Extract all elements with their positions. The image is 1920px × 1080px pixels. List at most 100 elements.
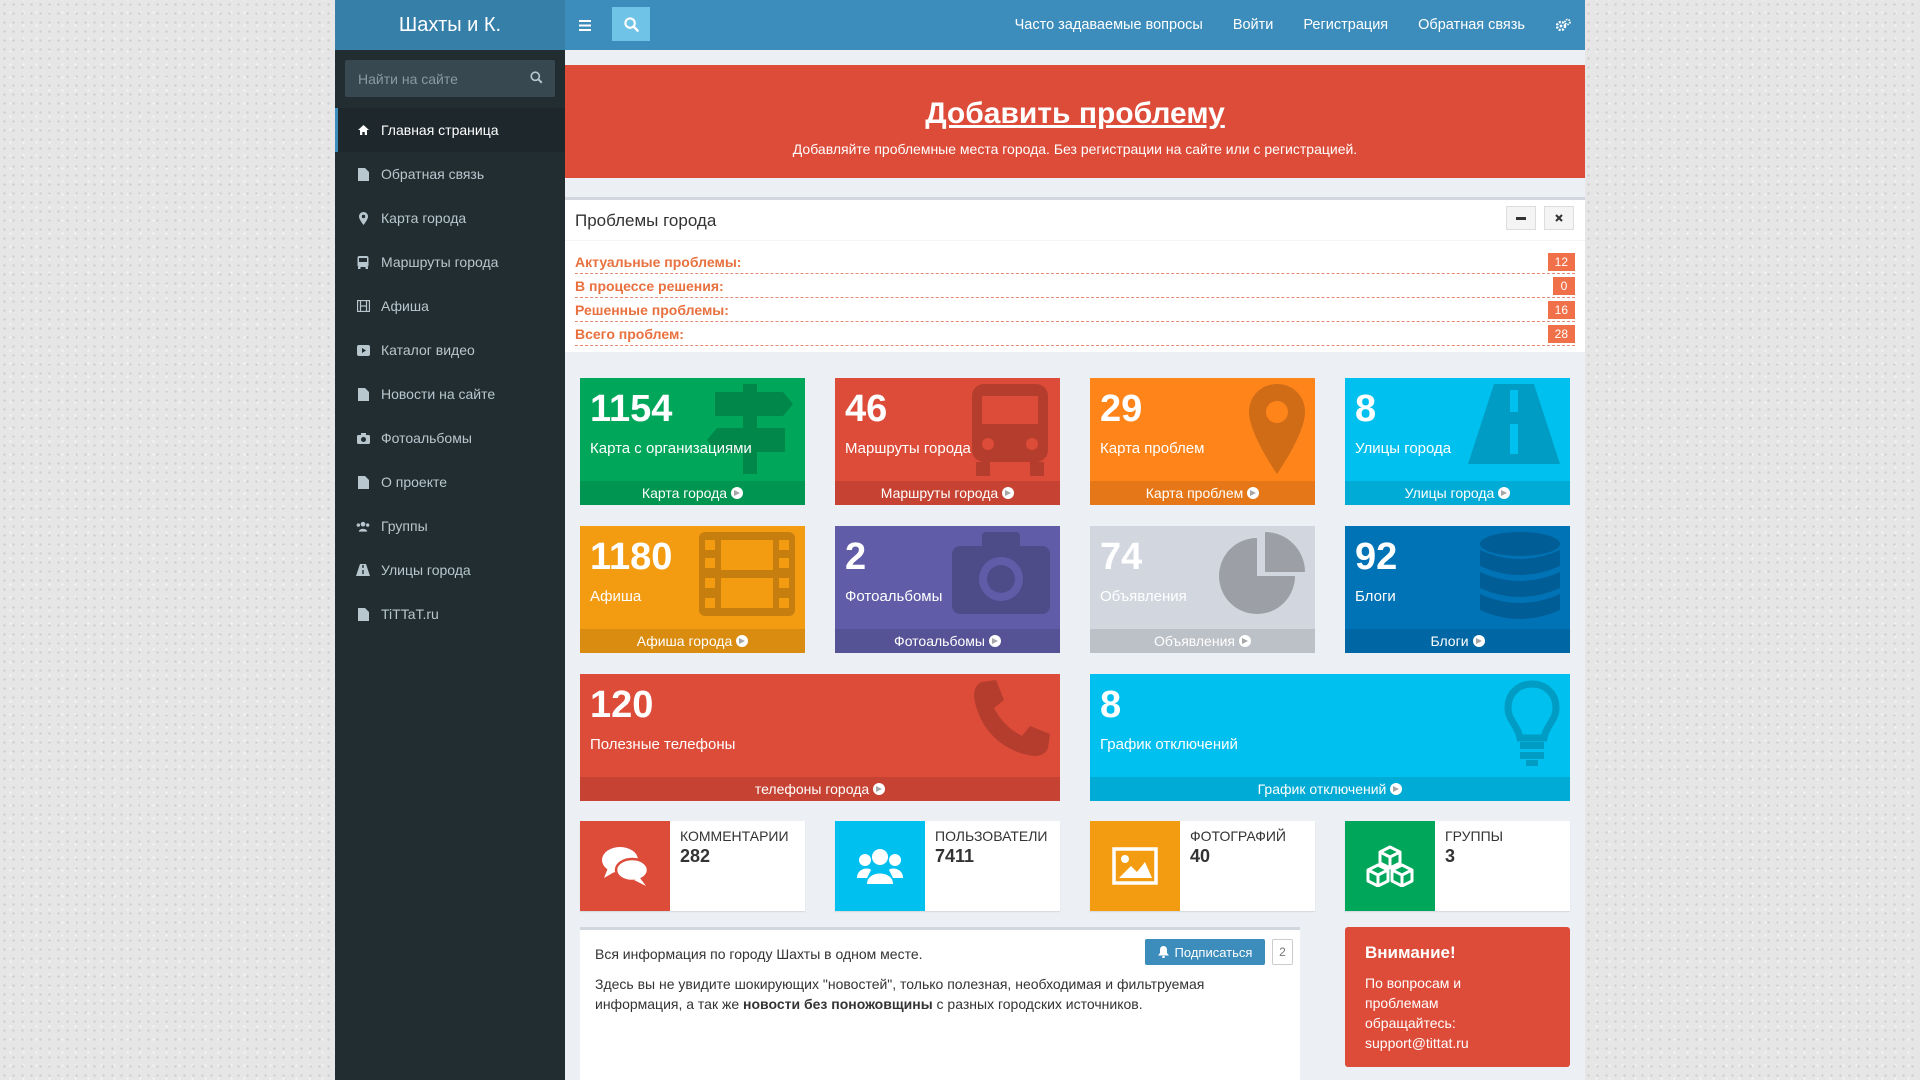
arrow-circle-right-icon bbox=[1002, 487, 1015, 499]
sidebar-item-groups[interactable]: Группы bbox=[335, 504, 565, 548]
tile-number: 1180 bbox=[590, 536, 673, 578]
problem-row-actual[interactable]: Актуальные проблемы: 12 bbox=[575, 250, 1575, 274]
problem-count-badge: 12 bbox=[1547, 252, 1575, 271]
tile-footer-label[interactable]: Объявления bbox=[1154, 633, 1235, 649]
phone-icon bbox=[974, 680, 1050, 756]
tile-number: 8 bbox=[1355, 388, 1377, 430]
problem-row-in-progress[interactable]: В процессе решения: 0 bbox=[575, 274, 1575, 298]
tile-footer-label[interactable]: График отключений bbox=[1258, 781, 1387, 797]
problem-row-total[interactable]: Всего проблем: 28 bbox=[575, 322, 1575, 346]
tile-footer-link[interactable]: Афиша города bbox=[580, 629, 805, 653]
tile-number: 92 bbox=[1355, 536, 1398, 578]
sidebar-item-news[interactable]: Новости на сайте bbox=[335, 372, 565, 416]
problem-label[interactable]: Решенные проблемы: bbox=[575, 302, 729, 318]
problem-count-badge: 0 bbox=[1553, 276, 1575, 295]
site-logo[interactable]: Шахты и К. bbox=[335, 0, 565, 50]
sidebar-item-home[interactable]: Главная страница bbox=[335, 108, 565, 152]
sidebar-item-tittat[interactable]: TiTTaT.ru bbox=[335, 592, 565, 636]
nav-link-faq[interactable]: Часто задаваемые вопросы bbox=[1015, 17, 1203, 33]
nav-link-login[interactable]: Войти bbox=[1233, 17, 1274, 33]
infobox-label: ПОЛЬЗОВАТЕЛИ bbox=[935, 828, 1048, 844]
tile-footer-link[interactable]: Блоги bbox=[1345, 629, 1570, 653]
settings-button[interactable] bbox=[1555, 18, 1571, 32]
tile-footer-link[interactable]: Карта города bbox=[580, 481, 805, 505]
tile-problems-map: 29 Карта проблем Карта проблем bbox=[1090, 378, 1315, 505]
sidebar-toggle-button[interactable] bbox=[575, 12, 595, 38]
collapse-button[interactable] bbox=[1506, 206, 1536, 230]
add-problem-link[interactable]: Добавить проблему bbox=[565, 97, 1585, 131]
tile-label: Объявления bbox=[1100, 588, 1187, 605]
about-text-c: с разных городских источников. bbox=[932, 996, 1143, 1012]
tile-footer-link[interactable]: телефоны города bbox=[580, 777, 1060, 801]
about-box: Вся информация по городу Шахты в одном м… bbox=[580, 927, 1300, 1080]
tile-footer-label[interactable]: Карта города bbox=[642, 485, 727, 501]
tile-footer-label[interactable]: Маршруты города bbox=[881, 485, 998, 501]
image-icon bbox=[1090, 821, 1180, 911]
tile-label: Улицы города bbox=[1355, 440, 1452, 457]
sidebar-item-feedback[interactable]: Обратная связь bbox=[335, 152, 565, 196]
page-wrapper: Шахты и К. Часто задаваемые вопросы Войт… bbox=[335, 0, 1585, 1080]
tile-number: 46 bbox=[845, 388, 888, 430]
sidebar-item-city-map[interactable]: Карта города bbox=[335, 196, 565, 240]
arrow-circle-right-icon bbox=[731, 487, 744, 499]
close-button[interactable] bbox=[1544, 206, 1574, 230]
arrow-circle-right-icon bbox=[1390, 783, 1403, 795]
gears-icon bbox=[1555, 18, 1571, 32]
sidebar-item-about[interactable]: О проекте bbox=[335, 460, 565, 504]
sidebar-item-label: О проекте bbox=[381, 474, 448, 490]
cubes-icon bbox=[1345, 821, 1435, 911]
close-icon bbox=[1555, 214, 1563, 222]
sidebar-search-input[interactable] bbox=[345, 60, 515, 97]
camera-icon bbox=[952, 532, 1050, 614]
problem-row-solved[interactable]: Решенные проблемы: 16 bbox=[575, 298, 1575, 322]
tile-footer-link[interactable]: График отключений bbox=[1090, 777, 1570, 801]
tile-label: Карта с организациями bbox=[590, 440, 752, 457]
tile-footer-link[interactable]: Фотоальбомы bbox=[835, 629, 1060, 653]
arrow-circle-right-icon bbox=[873, 783, 886, 795]
tile-footer-link[interactable]: Улицы города bbox=[1345, 481, 1570, 505]
tile-footer-label[interactable]: Блоги bbox=[1430, 633, 1468, 649]
file-icon bbox=[356, 167, 370, 181]
search-icon[interactable] bbox=[530, 71, 543, 89]
tile-footer-link[interactable]: Маршруты города bbox=[835, 481, 1060, 505]
sidebar-item-afisha[interactable]: Афиша bbox=[335, 284, 565, 328]
infobox-label: ФОТОГРАФИЙ bbox=[1190, 828, 1286, 844]
problem-label[interactable]: В процессе решения: bbox=[575, 278, 724, 294]
home-icon bbox=[356, 123, 370, 137]
tile-useful-phones: 120 Полезные телефоны телефоны города bbox=[580, 674, 1060, 801]
problem-label[interactable]: Всего проблем: bbox=[575, 326, 684, 342]
tile-footer-label[interactable]: Улицы города bbox=[1405, 485, 1495, 501]
sidebar-item-routes[interactable]: Маршруты города bbox=[335, 240, 565, 284]
sidebar-item-label: Обратная связь bbox=[381, 166, 485, 182]
sidebar-item-videos[interactable]: Каталог видео bbox=[335, 328, 565, 372]
box-title: Проблемы города bbox=[575, 211, 717, 230]
sidebar-search bbox=[345, 60, 555, 97]
tile-afisha: 1180 Афиша Афиша города bbox=[580, 526, 805, 653]
problem-label[interactable]: Актуальные проблемы: bbox=[575, 254, 741, 270]
tile-label: Полезные телефоны bbox=[590, 736, 736, 753]
subscribe-button[interactable]: Подписаться bbox=[1145, 939, 1265, 965]
nav-link-feedback[interactable]: Обратная связь bbox=[1418, 17, 1525, 33]
sidebar-item-label: Карта города bbox=[381, 210, 467, 226]
nav-search-button[interactable] bbox=[612, 7, 650, 41]
video-icon bbox=[356, 343, 370, 357]
tile-footer-label[interactable]: Карта проблем bbox=[1146, 485, 1243, 501]
sidebar-item-streets[interactable]: Улицы города bbox=[335, 548, 565, 592]
tile-footer-link[interactable]: Карта проблем bbox=[1090, 481, 1315, 505]
infobox-label: ГРУППЫ bbox=[1445, 828, 1504, 844]
tile-number: 120 bbox=[590, 684, 654, 726]
users-icon bbox=[356, 519, 370, 533]
tile-footer-link[interactable]: Объявления bbox=[1090, 629, 1315, 653]
tile-footer-label[interactable]: Афиша города bbox=[637, 633, 733, 649]
nav-links: Часто задаваемые вопросы Войти Регистрац… bbox=[1015, 0, 1585, 50]
logo-text[interactable]: Шахты и К. bbox=[399, 14, 501, 37]
search-icon bbox=[623, 16, 639, 32]
tile-footer-label[interactable]: Фотоальбомы bbox=[894, 633, 985, 649]
subscribe-label[interactable]: Подписаться bbox=[1175, 945, 1253, 960]
tile-footer-label[interactable]: телефоны города bbox=[755, 781, 869, 797]
sidebar-item-photoalbums[interactable]: Фотоальбомы bbox=[335, 416, 565, 460]
nav-link-register[interactable]: Регистрация bbox=[1303, 17, 1388, 33]
bell-icon bbox=[1157, 946, 1169, 958]
signpost-icon bbox=[707, 384, 793, 474]
road-icon bbox=[356, 563, 370, 577]
